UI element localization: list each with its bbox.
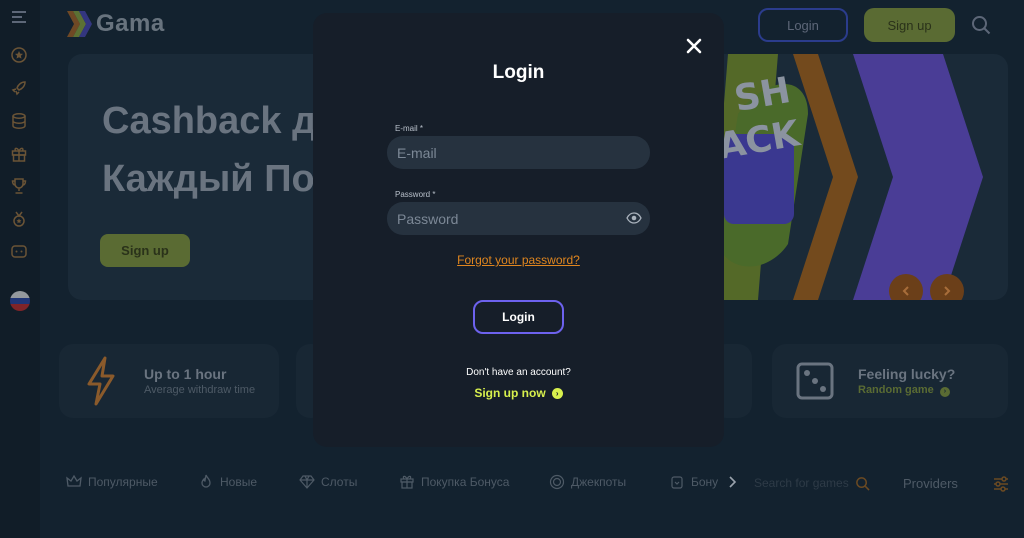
logo-mark-icon — [67, 11, 92, 37]
category-label: Новые — [220, 475, 258, 489]
rocket-icon[interactable] — [8, 77, 30, 99]
close-icon[interactable] — [683, 35, 705, 57]
password-label: Password * — [395, 190, 436, 199]
category-slots[interactable]: Слоты — [299, 474, 357, 490]
forgot-password-link[interactable]: Forgot your password? — [313, 253, 724, 267]
sidebar — [0, 0, 40, 538]
header-signup-button[interactable]: Sign up — [864, 8, 955, 42]
banner-title-line-2: Каждый По — [102, 158, 315, 200]
chevron-right-icon — [944, 286, 951, 296]
menu-icon[interactable] — [8, 6, 30, 28]
chevron-left-icon — [902, 286, 909, 296]
modal-title: Login — [492, 62, 545, 83]
lightning-icon — [87, 356, 115, 406]
category-label: Бону — [691, 475, 719, 489]
withdraw-time-card: Up to 1 hour Average withdraw time — [59, 344, 279, 418]
category-label: Слоты — [321, 475, 358, 489]
logo-text: Gama — [96, 10, 165, 37]
gift-icon — [400, 475, 414, 489]
password-field[interactable] — [387, 202, 650, 235]
coin-icon — [549, 474, 565, 490]
chevron-right-icon[interactable] — [724, 474, 740, 490]
random-game-card[interactable]: Feeling lucky? Random game › — [772, 344, 1008, 418]
card-title: Up to 1 hour — [144, 366, 227, 382]
banner-next-button[interactable] — [930, 274, 964, 300]
category-new[interactable]: Новые — [198, 474, 257, 490]
diamond-icon — [299, 475, 315, 489]
header-login-button[interactable]: Login — [758, 8, 848, 42]
bonus-icon — [671, 476, 683, 489]
card-title: Feeling lucky? — [858, 366, 956, 382]
medal-icon[interactable] — [8, 208, 30, 230]
crown-icon — [66, 474, 82, 487]
russia-flag-icon[interactable] — [10, 291, 30, 311]
gift-icon[interactable] — [8, 143, 30, 165]
no-account-text: Don't have an account? — [466, 367, 571, 378]
star-badge-icon[interactable] — [8, 44, 30, 66]
category-label: Покупка Бонуса — [421, 475, 510, 489]
eye-icon[interactable] — [626, 211, 642, 225]
chat-icon[interactable] — [8, 241, 30, 263]
banner-title-line-1: Cashback д — [102, 100, 317, 142]
login-button[interactable]: Login — [473, 300, 564, 334]
signup-now-link[interactable]: Sign up now › — [313, 386, 724, 400]
search-icon[interactable] — [970, 14, 992, 36]
random-game-link[interactable]: Random game › — [858, 384, 950, 397]
category-jackpots[interactable]: Джекпоты — [549, 474, 626, 490]
category-bonus[interactable]: Бону — [669, 474, 740, 490]
random-game-label: Random game — [858, 384, 934, 396]
trophy-icon[interactable] — [8, 175, 30, 197]
arrow-circle-icon: › — [551, 387, 563, 399]
fire-icon — [201, 474, 211, 488]
category-label: Популярные — [88, 475, 158, 489]
category-popular[interactable]: Популярные — [66, 474, 158, 490]
banner-signup-button[interactable]: Sign up — [100, 234, 190, 267]
arrow-circle-icon: › — [939, 387, 950, 397]
email-label: E-mail * — [395, 124, 424, 133]
logo[interactable]: Gama — [66, 9, 165, 39]
search-icon[interactable] — [855, 476, 870, 491]
card-subtitle: Average withdraw time — [144, 384, 256, 396]
login-modal: Login E-mail * Password * Forgot your pa… — [313, 13, 724, 447]
banner-title: Cashback д Каждый По — [102, 92, 316, 208]
category-bonus-buy[interactable]: Покупка Бонуса — [399, 474, 509, 490]
search-games-input[interactable]: Search for games — [754, 476, 849, 490]
coins-stack-icon[interactable] — [8, 110, 30, 132]
signup-now-label: Sign up now — [474, 386, 546, 400]
filter-sliders-icon[interactable] — [992, 475, 1010, 493]
dice-icon — [796, 362, 834, 400]
banner-prev-button[interactable] — [889, 274, 923, 300]
providers-button[interactable]: Providers — [903, 476, 958, 491]
category-label: Джекпоты — [571, 475, 627, 489]
email-field[interactable] — [387, 136, 650, 169]
